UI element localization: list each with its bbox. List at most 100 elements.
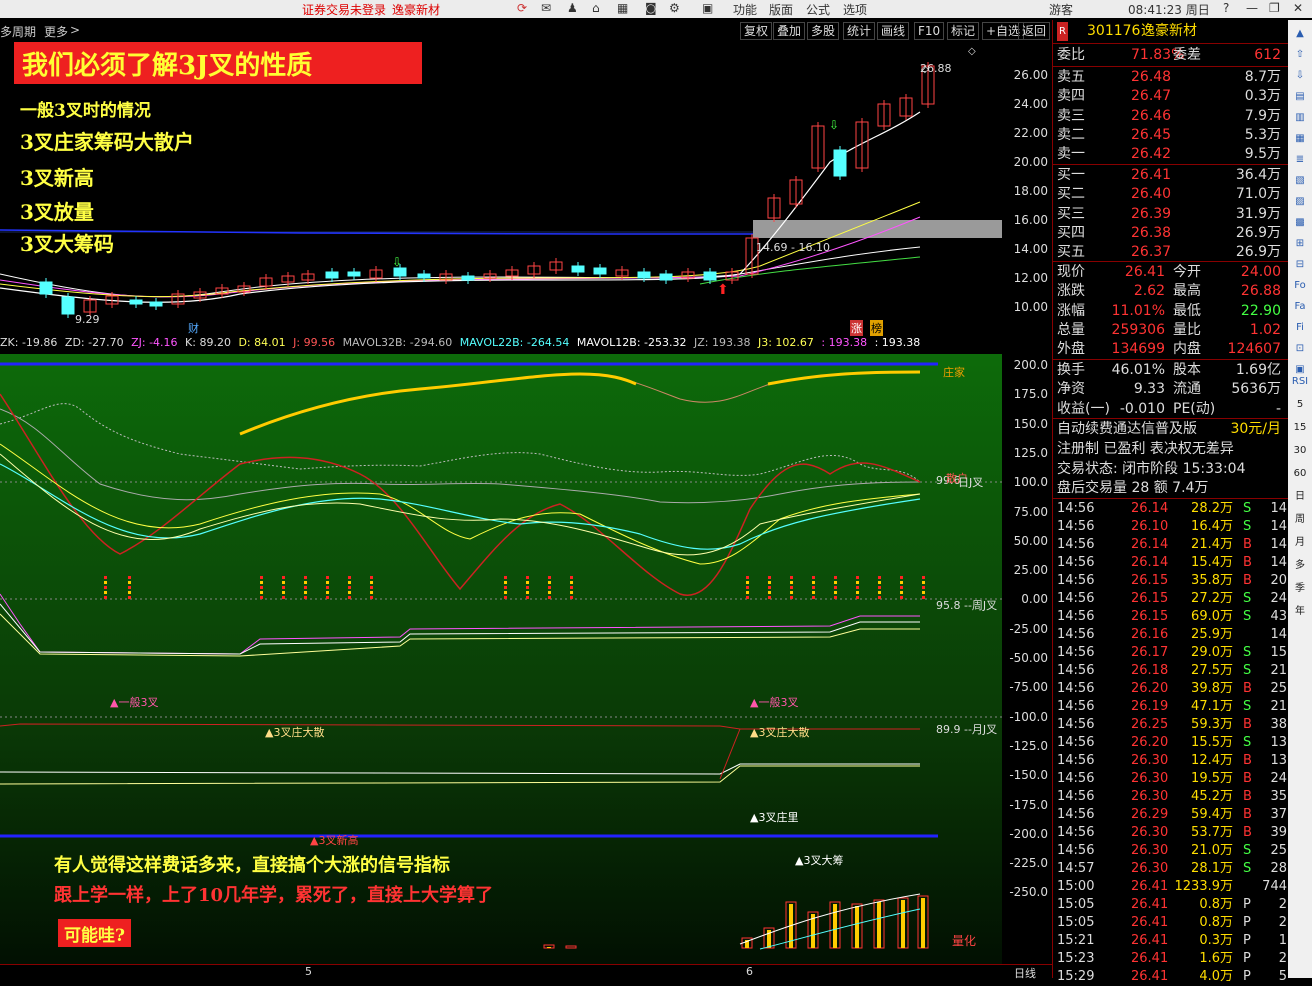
chevron-right-icon[interactable]: > bbox=[70, 23, 80, 37]
signal-tick bbox=[128, 591, 131, 594]
period-icon[interactable]: 5 bbox=[1291, 397, 1309, 413]
lock-icon[interactable]: ▣ bbox=[702, 1, 713, 15]
toolbar-icon[interactable]: Fa bbox=[1291, 299, 1309, 315]
signal-tick bbox=[304, 581, 307, 584]
toolbar-icon[interactable]: ⊟ bbox=[1291, 257, 1309, 273]
period-icon[interactable]: 60 bbox=[1291, 466, 1309, 482]
ask-price[interactable]: 26.46 bbox=[1131, 107, 1171, 126]
bid-row: 买四 26.38 26.9万 bbox=[1057, 224, 1285, 243]
menu-item[interactable]: 功能 bbox=[733, 1, 757, 18]
period-icon[interactable]: RSI bbox=[1291, 374, 1309, 390]
ad-row: 自动续费通达信普及版 30元/月 bbox=[1057, 420, 1285, 439]
ask-price[interactable]: 26.48 bbox=[1131, 68, 1171, 87]
stat-label: 总量 bbox=[1057, 321, 1085, 338]
toolbar-button[interactable]: 叠加 bbox=[773, 22, 806, 40]
signal-tick bbox=[370, 596, 373, 599]
tick-price: 26.14 bbox=[1131, 537, 1169, 552]
period-label[interactable]: 日线 bbox=[1014, 965, 1036, 981]
stat-label: 今开 bbox=[1173, 264, 1201, 280]
ask-price[interactable]: 26.47 bbox=[1131, 87, 1171, 106]
refresh-icon[interactable]: ⟳ bbox=[517, 1, 527, 15]
indicator-chart[interactable]: 庄家 99.6 散户 日J叉 95.8 --周J叉 89.9 --月J叉 量化 … bbox=[0, 354, 1002, 964]
toolbar-button[interactable]: 统计 bbox=[843, 22, 876, 40]
bid-volume: 36.4万 bbox=[1235, 167, 1281, 183]
point-text: 3叉庄家筹码大散户 bbox=[20, 130, 194, 154]
toolbar-button[interactable]: F10 bbox=[914, 22, 945, 40]
quote-header[interactable]: R 301176 逸豪新材 bbox=[1057, 22, 1285, 41]
indicator-values: ZK: -19.86 ZD: -27.70 ZJ: -4.16 K: 89.20… bbox=[0, 336, 1002, 352]
price-chart[interactable]: ⇩ ⇩ ⬆ ◇ ◇ 26.88 9.29 14.69 - 16.10 财 涨 榜… bbox=[0, 42, 1002, 336]
period-icon[interactable]: 季 bbox=[1291, 581, 1309, 597]
toolbar-icon[interactable]: ▲ bbox=[1291, 26, 1309, 42]
menu-item[interactable]: 版面 bbox=[769, 1, 793, 18]
point-text: 3叉大筹码 bbox=[20, 232, 114, 256]
help-icon[interactable]: ? bbox=[1223, 1, 1229, 15]
month-tick: 5 bbox=[305, 965, 312, 978]
bid-price[interactable]: 26.39 bbox=[1131, 205, 1171, 224]
stat-value: 22.90 bbox=[1240, 302, 1281, 319]
toolbar-icon[interactable]: ▧ bbox=[1291, 173, 1309, 189]
finance-marker[interactable]: 财 bbox=[188, 320, 199, 336]
rank-marker[interactable]: 榜 bbox=[870, 320, 883, 336]
toolbar-button[interactable]: 画线 bbox=[877, 22, 910, 40]
signal-tick bbox=[548, 576, 551, 579]
signal-tick bbox=[348, 591, 351, 594]
toolbar-icon[interactable]: ⊞ bbox=[1291, 236, 1309, 252]
user-label[interactable]: 游客 bbox=[1049, 1, 1073, 18]
toolbar-button[interactable]: 多股 bbox=[807, 22, 840, 40]
limit-up-marker[interactable]: 涨 bbox=[850, 320, 863, 336]
period-icon[interactable]: 日 bbox=[1291, 489, 1309, 505]
toolbar-button[interactable]: 标记 bbox=[947, 22, 980, 40]
camera-icon[interactable]: ◙ bbox=[645, 1, 657, 15]
ad-text[interactable]: 自动续费通达信普及版 bbox=[1057, 420, 1197, 439]
bid-price[interactable]: 26.37 bbox=[1131, 243, 1171, 262]
ad-price[interactable]: 30元/月 bbox=[1230, 420, 1281, 439]
gear-icon[interactable]: ⚙ bbox=[669, 1, 680, 15]
y-tick: 175.0 bbox=[1013, 387, 1048, 402]
period-icon[interactable]: 周 bbox=[1291, 512, 1309, 528]
bid-price[interactable]: 26.40 bbox=[1131, 185, 1171, 204]
user-icon[interactable]: ♟ bbox=[567, 1, 578, 15]
toolbar-icon[interactable]: Fo bbox=[1291, 278, 1309, 294]
toolbar-icon[interactable]: ⇧ bbox=[1291, 47, 1309, 63]
ask-price[interactable]: 26.42 bbox=[1131, 145, 1171, 164]
period-icon[interactable]: 多 bbox=[1291, 558, 1309, 574]
grid-icon[interactable]: ▦ bbox=[617, 1, 628, 15]
restore-icon[interactable]: ❐ bbox=[1269, 1, 1280, 15]
minimize-icon[interactable]: — bbox=[1246, 1, 1258, 15]
menu-item[interactable]: 选项 bbox=[843, 1, 867, 18]
period-menu[interactable]: 多周期 bbox=[0, 23, 36, 40]
toolbar-icon[interactable]: ▩ bbox=[1291, 215, 1309, 231]
period-icon[interactable]: 30 bbox=[1291, 443, 1309, 459]
period-icon[interactable]: 15 bbox=[1291, 420, 1309, 436]
toolbar-icon[interactable]: ⊡ bbox=[1291, 341, 1309, 357]
toolbar-icon[interactable]: ≣ bbox=[1291, 152, 1309, 168]
toolbar-button[interactable]: 复权 bbox=[740, 22, 773, 40]
period-icon[interactable]: 月 bbox=[1291, 535, 1309, 551]
login-notice[interactable]: 证券交易未登录 bbox=[302, 1, 386, 18]
toolbar-icon[interactable]: ⇩ bbox=[1291, 68, 1309, 84]
more-menu[interactable]: 更多 bbox=[44, 23, 68, 40]
toolbar-icon[interactable]: ▨ bbox=[1291, 194, 1309, 210]
home-icon[interactable]: ⌂ bbox=[592, 1, 600, 15]
toolbar-icon[interactable]: ▦ bbox=[1291, 131, 1309, 147]
tick-side: B bbox=[1243, 537, 1252, 552]
toolbar-icon[interactable]: ▥ bbox=[1291, 110, 1309, 126]
signal-tick bbox=[128, 596, 131, 599]
stat-value: 9.33 bbox=[1133, 381, 1165, 398]
toolbar-icon[interactable]: Fi bbox=[1291, 320, 1309, 336]
close-icon[interactable]: ✕ bbox=[1293, 1, 1303, 15]
tick-side: B bbox=[1243, 681, 1252, 696]
tick-volume: 1233.9万 bbox=[1174, 879, 1234, 894]
ask-price[interactable]: 26.45 bbox=[1131, 126, 1171, 145]
tick-time: 14:56 bbox=[1057, 843, 1095, 858]
zhuangjia-line bbox=[239, 371, 921, 435]
bid-price[interactable]: 26.41 bbox=[1131, 166, 1171, 185]
period-icon[interactable]: 年 bbox=[1291, 604, 1309, 620]
ma-white-line bbox=[0, 246, 921, 298]
toolbar-icon[interactable]: ▤ bbox=[1291, 89, 1309, 105]
toolbar-button[interactable]: 返回 bbox=[1018, 22, 1051, 40]
menu-item[interactable]: 公式 bbox=[806, 1, 830, 18]
bid-price[interactable]: 26.38 bbox=[1131, 224, 1171, 243]
mail-icon[interactable]: ✉ bbox=[541, 1, 551, 15]
